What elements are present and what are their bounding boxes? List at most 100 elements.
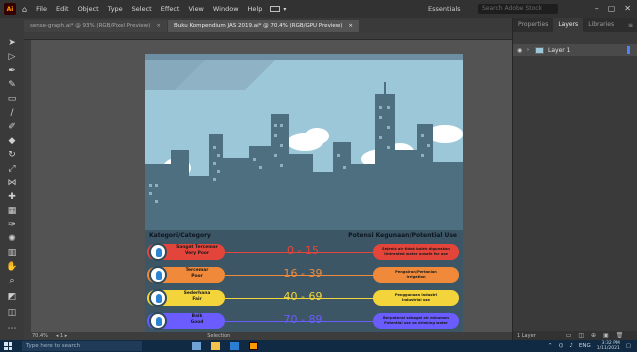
menu-object[interactable]: Object: [78, 5, 99, 13]
menu-view[interactable]: View: [188, 5, 203, 13]
home-icon[interactable]: ⌂: [22, 5, 27, 14]
taskbar-search[interactable]: Type here to search: [22, 341, 142, 351]
notifications-icon[interactable]: ▢: [626, 343, 631, 349]
width-tool-icon[interactable]: ⋈: [5, 178, 19, 189]
draw-mode-icon[interactable]: ◫: [5, 308, 19, 319]
category-label: Sangat Tercemar Very Poor: [176, 245, 218, 256]
clock-date: 1/11/2021: [596, 346, 620, 351]
document-tabs: sense-graph.ai* @ 93% (RGB/Pixel Preview…: [24, 18, 512, 32]
volume-icon[interactable]: ♪: [569, 343, 573, 349]
layer-count: 1 Layer: [517, 332, 536, 339]
warning-drop-icon: [149, 243, 167, 261]
paintbrush-tool-icon[interactable]: ∕: [5, 108, 19, 119]
index-range: 16 - 39: [283, 267, 323, 280]
canvas[interactable]: Kategori/Category Potensi Kegunaan/Poten…: [31, 40, 512, 352]
chevron-down-icon[interactable]: ▾: [283, 6, 286, 13]
eraser-tool-icon[interactable]: ◆: [5, 136, 19, 147]
menu-help[interactable]: Help: [248, 5, 263, 13]
close-icon[interactable]: ×: [156, 23, 161, 29]
zoom-level[interactable]: 70.4%: [32, 333, 48, 339]
tab-properties[interactable]: Properties: [513, 18, 553, 32]
gradient-tool-icon[interactable]: ▦: [5, 206, 19, 217]
zoom-tool-icon[interactable]: ⌕: [5, 276, 19, 287]
illustrator-window: Ai ⌂ File Edit Object Type Select Effect…: [0, 0, 637, 352]
header-category: Kategori/Category: [149, 232, 211, 239]
index-range: 0 - 15: [287, 244, 319, 257]
menu-select[interactable]: Select: [132, 5, 152, 13]
potential-use-pill: Pengairan/Pertanian Irrigation: [373, 267, 459, 283]
horizontal-ruler[interactable]: [24, 32, 512, 40]
layer-name[interactable]: Layer 1: [548, 47, 570, 54]
panel-footer: 1 Layer ▭◫⊕▣🗑: [513, 331, 637, 340]
fill-stroke-icon[interactable]: ◩: [5, 292, 19, 303]
hand-tool-icon[interactable]: ✋: [5, 262, 19, 273]
menu-window[interactable]: Window: [213, 5, 239, 13]
scale-tool-icon[interactable]: ⤢: [5, 164, 19, 175]
minimize-icon[interactable]: –: [595, 4, 599, 13]
tab-layers[interactable]: Layers: [553, 18, 584, 32]
menu-edit[interactable]: Edit: [56, 5, 69, 13]
vertical-ruler[interactable]: [24, 40, 31, 332]
system-tray: ⌃ ⌬ ♪ ENG 3:32 PM 1/11/2021 ▢: [548, 341, 631, 351]
arrange-documents-icon[interactable]: [270, 6, 281, 12]
tab-buku-kompendium[interactable]: Buku Kompendium JAS 2019.ai* @ 70.4% (RG…: [167, 20, 359, 32]
menu-effect[interactable]: Effect: [161, 5, 180, 13]
language-indicator[interactable]: ENG: [579, 343, 591, 349]
tab-sense-graph[interactable]: sense-graph.ai* @ 93% (RGB/Pixel Preview…: [24, 20, 167, 32]
layer-thumbnail: [535, 46, 544, 54]
tab-libraries[interactable]: Libraries: [583, 18, 619, 32]
potential-use-pill: Penggunaan industri Industrial use: [373, 290, 459, 306]
pen-tool-icon[interactable]: ✒: [5, 66, 19, 77]
tab-label: sense-graph.ai* @ 93% (RGB/Pixel Preview…: [30, 23, 151, 29]
illustrator-icon[interactable]: [249, 342, 258, 350]
menu-file[interactable]: File: [36, 5, 47, 13]
tab-label: Buku Kompendium JAS 2019.ai* @ 70.4% (RG…: [173, 23, 343, 29]
maximize-icon[interactable]: ▢: [608, 4, 616, 13]
shape-builder-tool-icon[interactable]: ✚: [5, 192, 19, 203]
category-label: Baik Good: [190, 314, 204, 325]
close-icon[interactable]: ✕: [624, 4, 631, 13]
category-label: Tercemar Poor: [185, 268, 209, 279]
more-tools-icon[interactable]: ⋯: [5, 324, 19, 335]
layer-row[interactable]: ◉ › Layer 1: [513, 44, 637, 56]
eye-icon[interactable]: ◉: [517, 47, 525, 54]
app-logo: Ai: [4, 3, 16, 15]
symbol-sprayer-tool-icon[interactable]: ✺: [5, 234, 19, 245]
chevron-up-icon[interactable]: ⌃: [548, 343, 553, 349]
windows-start-icon[interactable]: [4, 342, 12, 350]
panel-tabs: Properties Layers Libraries ≡: [513, 18, 637, 32]
quality-row: Sangat Tercemar Very Poor 0 - 15 Sejenis a…: [145, 242, 463, 262]
layer-color-indicator: [627, 46, 630, 54]
potential-use-pill: Sejenis air tidak boleh digunakan Untrea…: [373, 244, 459, 260]
chevron-right-icon[interactable]: ›: [527, 47, 529, 53]
workspace-switcher[interactable]: Essentials: [428, 5, 461, 13]
layer-actions-icon[interactable]: ▭◫⊕▣🗑: [566, 332, 631, 339]
artboard[interactable]: Kategori/Category Potensi Kegunaan/Poten…: [145, 54, 463, 352]
quality-row: Tercemar Poor 16 - 39 Pengairan/Pertanian …: [145, 265, 463, 285]
menu-bar: Ai ⌂ File Edit Object Type Select Effect…: [0, 0, 637, 18]
close-icon[interactable]: ×: [348, 23, 353, 29]
layers-panel: Properties Layers Libraries ≡ ◉ › Layer …: [512, 18, 637, 340]
index-range: 40 - 69: [283, 290, 323, 303]
direct-selection-tool-icon[interactable]: ▷: [5, 52, 19, 63]
graph-tool-icon[interactable]: ▥: [5, 248, 19, 259]
task-view-icon[interactable]: [192, 342, 201, 350]
adobe-stock-search[interactable]: Search Adobe Stock: [478, 4, 558, 14]
rotate-tool-icon[interactable]: ↻: [5, 150, 19, 161]
artboard-nav-icon[interactable]: ◂ 1 ▸: [56, 333, 67, 339]
word-icon[interactable]: [230, 342, 239, 350]
clock[interactable]: 3:32 PM 1/11/2021: [597, 341, 620, 351]
eyedropper-tool-icon[interactable]: ✑: [5, 220, 19, 231]
selection-tool-icon[interactable]: ➤: [5, 38, 19, 49]
quality-row: Baik Good 70 - 89 Berpotensi sebagai air m…: [145, 311, 463, 331]
file-explorer-icon[interactable]: [211, 342, 220, 350]
curvature-tool-icon[interactable]: ✎: [5, 80, 19, 91]
panel-menu-icon[interactable]: ≡: [628, 22, 633, 29]
bottle-icon: [149, 312, 167, 330]
current-tool: Selection: [207, 333, 231, 339]
factory-drop-icon: [149, 289, 167, 307]
rectangle-tool-icon[interactable]: ▭: [5, 94, 19, 105]
network-icon[interactable]: ⌬: [559, 343, 564, 349]
menu-type[interactable]: Type: [108, 5, 123, 13]
shaper-tool-icon[interactable]: ✐: [5, 122, 19, 133]
